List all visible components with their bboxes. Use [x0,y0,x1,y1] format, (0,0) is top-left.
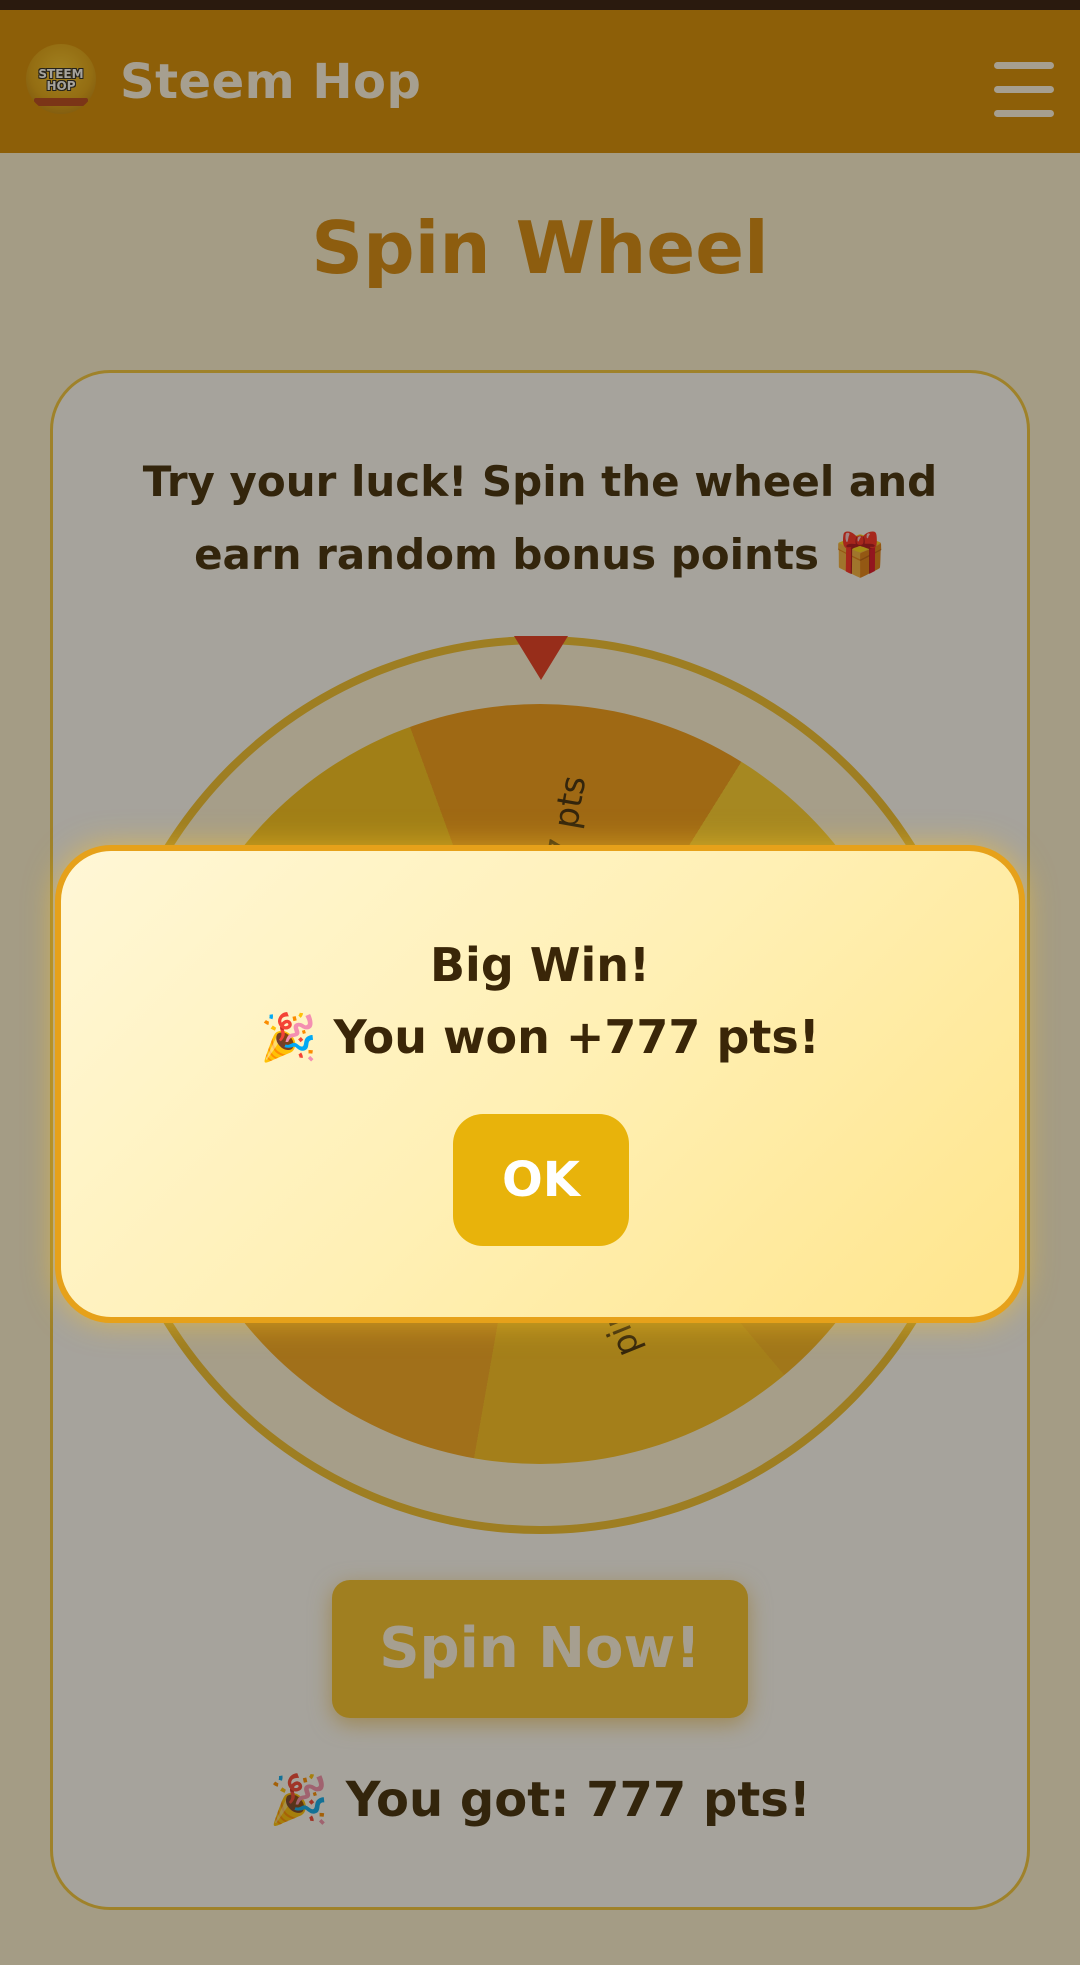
ok-button[interactable]: OK [453,1114,629,1246]
modal-message: 🎉 You won +777 pts! [260,1010,820,1064]
win-modal: Big Win! 🎉 You won +777 pts! OK [55,845,1025,1323]
modal-title: Big Win! [429,938,650,992]
